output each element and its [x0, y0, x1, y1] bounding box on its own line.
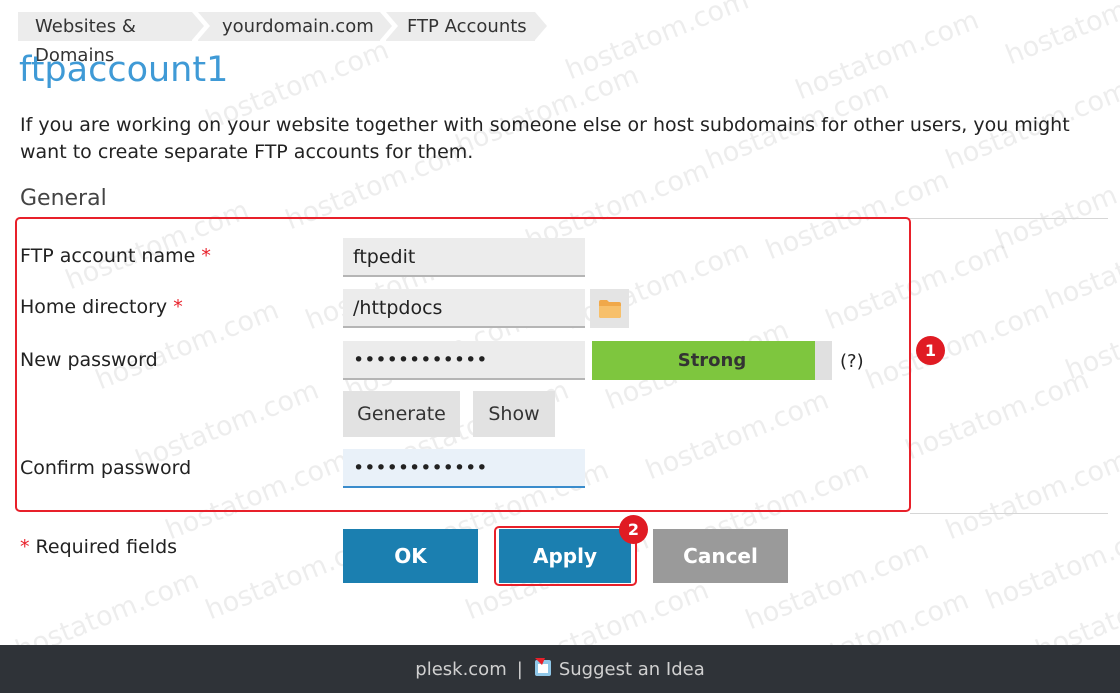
apply-button[interactable]: Apply [499, 529, 631, 583]
annotation-badge-2: 2 [619, 515, 648, 544]
show-password-button[interactable]: Show [473, 391, 555, 437]
password-strength-meter: Strong [592, 341, 832, 380]
breadcrumb-websites-domains[interactable]: Websites & Domains [18, 12, 204, 66]
home-directory-label: Home directory * [20, 296, 183, 318]
watermark-text: hostatom.com [991, 154, 1120, 257]
new-password-label: New password [20, 349, 158, 371]
folder-icon [598, 299, 621, 318]
breadcrumb-ftp-accounts[interactable]: FTP Accounts [386, 12, 547, 41]
breadcrumb-domain[interactable]: yourdomain.com [198, 12, 392, 41]
ftp-account-name-input[interactable] [343, 238, 585, 277]
watermark-text: hostatom.com [1061, 284, 1120, 387]
confirm-password-label: Confirm password [20, 457, 192, 479]
watermark-text: hostatom.com [941, 444, 1120, 547]
watermark-text: hostatom.com [561, 0, 754, 87]
form-divider [910, 513, 1108, 514]
watermark-text: hostatom.com [981, 514, 1120, 617]
annotation-badge-1: 1 [916, 336, 945, 365]
ok-button[interactable]: OK [343, 529, 478, 583]
required-fields-note: * Required fields [20, 536, 178, 558]
browse-folder-button[interactable] [590, 289, 629, 328]
page-title: ftpaccount1 [19, 50, 229, 90]
password-help-link[interactable]: (?) [840, 351, 864, 372]
required-marker: * [201, 245, 211, 267]
breadcrumb: Websites & Domains yourdomain.com FTP Ac… [18, 12, 547, 66]
footer: plesk.com | Suggest an Idea [0, 645, 1120, 693]
cancel-button[interactable]: Cancel [653, 529, 788, 583]
generate-password-button[interactable]: Generate [343, 391, 460, 437]
suggest-idea-icon [533, 656, 553, 683]
ftp-account-name-label: FTP account name * [20, 245, 211, 267]
required-marker: * [173, 296, 183, 318]
footer-separator: | [516, 658, 523, 680]
watermark-text: hostatom.com [1041, 214, 1120, 317]
plesk-link[interactable]: plesk.com [415, 659, 506, 680]
section-title: General [20, 186, 107, 211]
home-directory-input[interactable] [343, 289, 585, 328]
new-password-input[interactable] [343, 341, 585, 380]
password-strength-text: Strong [677, 350, 747, 371]
confirm-password-input[interactable] [343, 449, 585, 488]
page-description: If you are working on your website toget… [20, 114, 1070, 163]
suggest-idea-link[interactable]: Suggest an Idea [559, 659, 705, 680]
watermark-text: hostatom.com [791, 4, 984, 107]
watermark-text: hostatom.com [1001, 0, 1120, 72]
required-marker: * [20, 536, 30, 558]
watermark-text: hostatom.com [901, 364, 1094, 467]
